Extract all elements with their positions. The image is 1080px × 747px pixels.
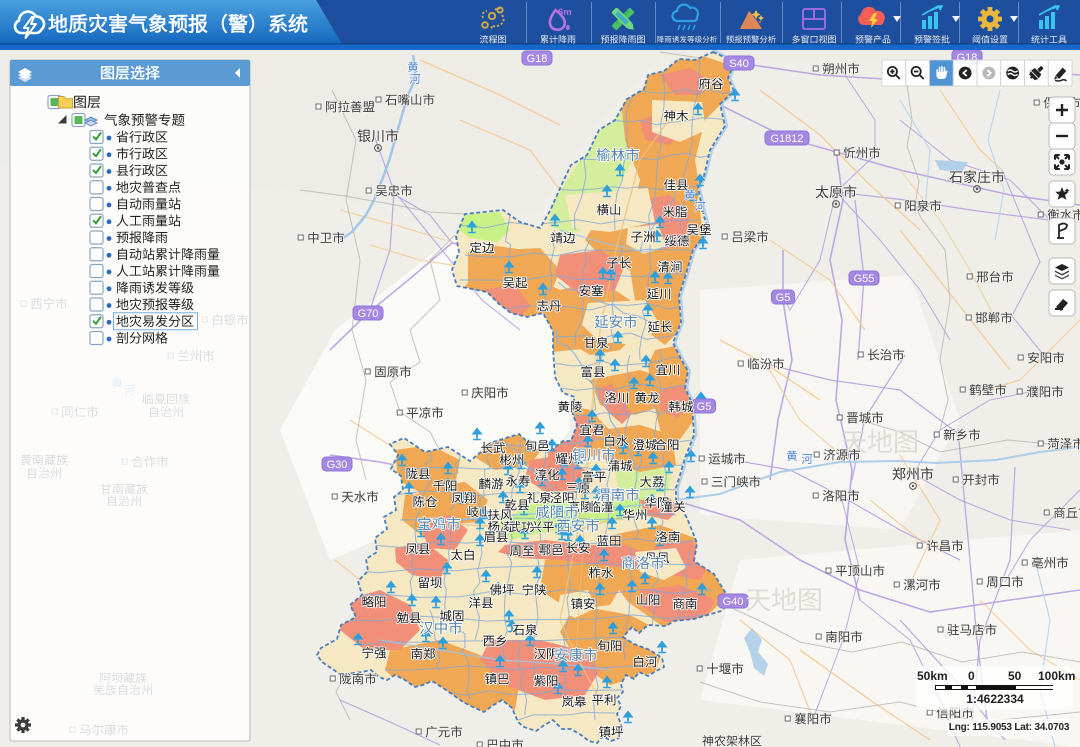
svg-text:6m: 6m bbox=[558, 7, 572, 18]
svg-text:G1812: G1812 bbox=[770, 133, 803, 145]
svg-text:G55: G55 bbox=[854, 273, 875, 285]
svg-text:G70: G70 bbox=[358, 308, 379, 320]
svg-text:S40: S40 bbox=[729, 58, 749, 70]
svg-text:G40: G40 bbox=[723, 596, 744, 608]
svg-text:G5: G5 bbox=[697, 401, 712, 413]
svg-text:G30: G30 bbox=[327, 459, 348, 471]
svg-text:G18: G18 bbox=[527, 53, 548, 65]
svg-text:G5: G5 bbox=[776, 292, 791, 304]
